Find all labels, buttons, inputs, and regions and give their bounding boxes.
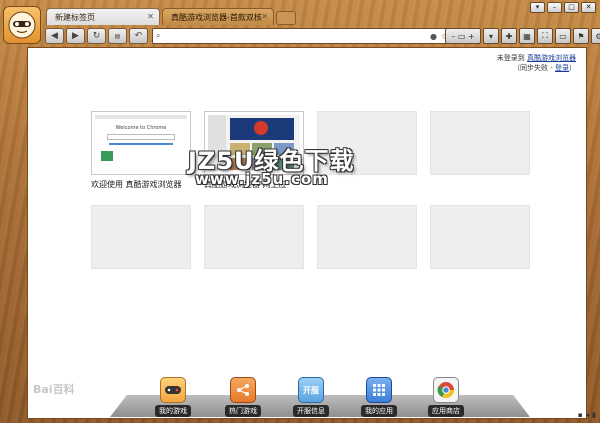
tab-label: 新建标签页	[55, 12, 95, 22]
browser-logo-icon[interactable]	[3, 6, 41, 44]
new-tab-button[interactable]	[276, 11, 296, 25]
dual-core-icon[interactable]: ▤	[108, 28, 127, 44]
page-thumbnail: Welcome to Chrome	[95, 115, 187, 171]
grid-icon	[366, 377, 392, 403]
close-icon[interactable]: ✕	[147, 12, 154, 21]
empty-tile[interactable]	[204, 205, 304, 269]
dock-item-my-games[interactable]: 我的游戏	[148, 377, 198, 417]
fullscreen-icon[interactable]: ⛶	[537, 28, 553, 44]
window-controls: ▾ – □ ✕	[530, 2, 596, 13]
tab-new-tab-page[interactable]: 新建标签页 ✕	[46, 8, 160, 25]
empty-tile[interactable]	[430, 205, 530, 269]
address-input[interactable]	[167, 30, 427, 42]
close-window-icon[interactable]: ✕	[581, 2, 596, 13]
baidu-watermark: Bai百科	[33, 383, 75, 396]
tray-icon[interactable]: ▪	[578, 411, 583, 419]
back-icon[interactable]: ◀	[45, 28, 64, 44]
search-icon: ⌕	[156, 31, 161, 40]
calendar-glyph: 开服	[303, 385, 319, 395]
dock-item-my-apps[interactable]: 我的应用	[354, 377, 404, 417]
watermark-url: www.jz5u.com	[195, 170, 329, 188]
sync-prefix: （同步失败 -	[513, 64, 555, 72]
empty-tile[interactable]	[430, 111, 530, 175]
dock-label: 开服信息	[293, 405, 329, 417]
empty-tile[interactable]	[317, 205, 417, 269]
gamepad-icon	[160, 377, 186, 403]
status-tray: ▪ ◂ ▮	[578, 411, 596, 419]
empty-tile[interactable]	[91, 205, 191, 269]
tile-label[interactable]: 欢迎使用 真酷游戏浏览器	[91, 179, 182, 190]
tab-browser-site[interactable]: 真酷游戏浏览器-首款双核 ✕	[162, 8, 274, 25]
calendar-icon: 开服	[298, 377, 324, 403]
dock-label: 我的游戏	[155, 405, 191, 417]
screenshot-icon[interactable]: ▭	[555, 28, 571, 44]
login-status: 未登录到 真酷游戏浏览器 （同步失败 - 登录）	[497, 53, 576, 73]
tab-label: 真酷游戏浏览器-首款双核	[171, 12, 262, 22]
dock-item-hot-games[interactable]: 热门游戏	[218, 377, 268, 417]
dropdown-icon[interactable]: ●	[430, 32, 437, 41]
thumbnail-caption: Welcome to Chrome	[115, 125, 167, 131]
dock-label: 热门游戏	[225, 405, 261, 417]
add-icon[interactable]: ✚	[501, 28, 517, 44]
refresh-icon[interactable]: ↻	[87, 28, 106, 44]
dock-label: 应用商店	[428, 405, 464, 417]
tab-strip: 新建标签页 ✕ 真酷游戏浏览器-首款双核 ✕	[46, 8, 296, 25]
apps-icon[interactable]: ▦	[519, 28, 535, 44]
sync-suffix: ）	[569, 64, 576, 72]
new-tab-page: 未登录到 真酷游戏浏览器 （同步失败 - 登录） Welcome to Chro…	[27, 47, 587, 419]
puzzle-icon[interactable]: ⚑	[573, 28, 589, 44]
gear-icon[interactable]: ⚙	[591, 28, 600, 44]
network-icon[interactable]: ▮	[592, 411, 596, 419]
dock-label: 我的应用	[361, 405, 397, 417]
zoom-control[interactable]: – ▭ +	[445, 28, 481, 44]
dock-item-app-store[interactable]: 应用商店	[421, 377, 471, 417]
menu-icon[interactable]: ▾	[530, 2, 545, 13]
sign-in-link[interactable]: 登录	[555, 64, 569, 72]
maximize-icon[interactable]: □	[564, 2, 579, 13]
minimize-icon[interactable]: –	[547, 2, 562, 13]
address-bar[interactable]: ⌕ ● ☆	[152, 28, 452, 44]
forward-icon[interactable]: ▶	[66, 28, 85, 44]
share-icon	[230, 377, 256, 403]
login-link[interactable]: 真酷游戏浏览器	[527, 54, 576, 62]
volume-icon[interactable]: ◂	[586, 411, 590, 419]
login-prefix: 未登录到	[496, 54, 527, 62]
toolbar: ◀ ▶ ↻ ▤ ↶ ⌕ ● ☆ – ▭ + ▾ ✚ ▦ ⛶ ▭ ⚑ ⚙	[45, 27, 600, 45]
chrome-icon	[433, 377, 459, 403]
dock-item-server-info[interactable]: 开服 开服信息	[286, 377, 336, 417]
toolbar-right: – ▭ + ▾ ✚ ▦ ⛶ ▭ ⚑ ⚙	[445, 28, 600, 44]
undo-icon[interactable]: ↶	[129, 28, 148, 44]
download-icon[interactable]: ▾	[483, 28, 499, 44]
thumbnail-tile[interactable]: Welcome to Chrome	[91, 111, 191, 175]
close-icon[interactable]: ✕	[261, 12, 268, 21]
